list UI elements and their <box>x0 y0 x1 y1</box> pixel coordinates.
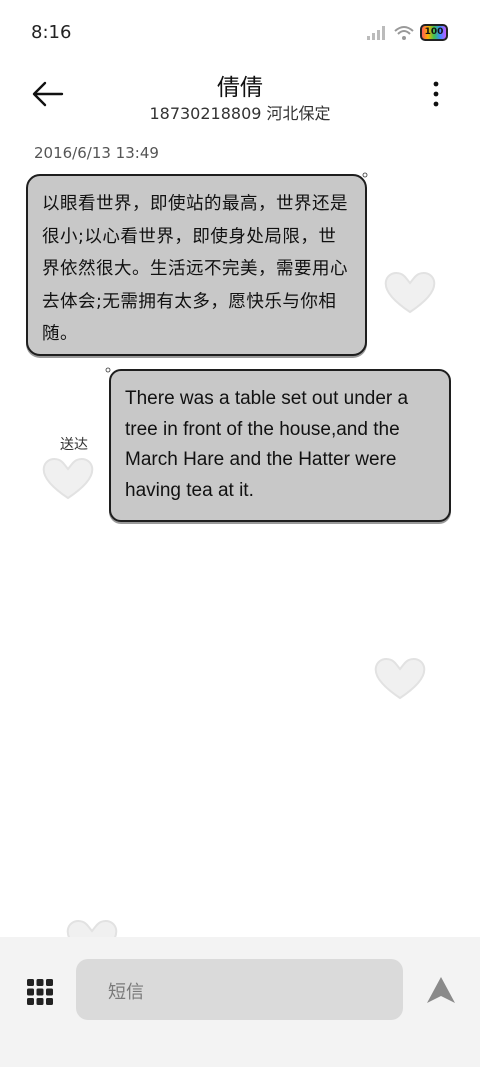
status-icons: 100 <box>366 24 448 41</box>
send-icon <box>427 977 455 1003</box>
sparkle-icon <box>105 367 111 373</box>
status-bar: 8:16 100 <box>0 0 480 66</box>
message-input-placeholder: 短信 <box>108 982 144 1003</box>
sparkle-icon <box>362 172 368 178</box>
wifi-icon <box>394 25 414 40</box>
heart-decoration-icon <box>374 658 426 700</box>
message-timestamp: 2016/6/13 13:49 <box>34 144 159 162</box>
battery-level: 100 <box>424 27 444 37</box>
heart-decoration-icon <box>384 272 436 314</box>
send-button[interactable] <box>425 975 457 1005</box>
message-text: 以眼看世界，即使站的最高，世界还是很小;以心看世界，即使身处局限，世界依然很大。… <box>42 194 348 344</box>
more-vertical-icon <box>433 81 439 107</box>
contact-subtitle: 18730218809 河北保定 <box>149 104 331 123</box>
conversation-header: 倩倩 18730218809 河北保定 <box>0 66 480 130</box>
incoming-message-bubble[interactable]: 以眼看世界，即使站的最高，世界还是很小;以心看世界，即使身处局限，世界依然很大。… <box>26 174 367 356</box>
more-options-button[interactable] <box>428 80 444 110</box>
delivery-status: 送达 <box>60 437 88 453</box>
composer-bar: 短信 <box>0 937 480 1067</box>
contact-name: 倩倩 <box>217 75 263 101</box>
battery-icon: 100 <box>420 24 448 41</box>
message-input[interactable]: 短信 <box>76 959 403 1020</box>
outgoing-message-bubble[interactable]: There was a table set out under a tree i… <box>109 369 451 522</box>
grid-apps-icon <box>27 979 53 1005</box>
signal-icon <box>367 25 385 40</box>
status-time: 8:16 <box>31 22 72 43</box>
heart-decoration-icon <box>42 458 94 500</box>
message-text: There was a table set out under a tree i… <box>125 388 409 501</box>
apps-button[interactable] <box>27 979 53 1005</box>
